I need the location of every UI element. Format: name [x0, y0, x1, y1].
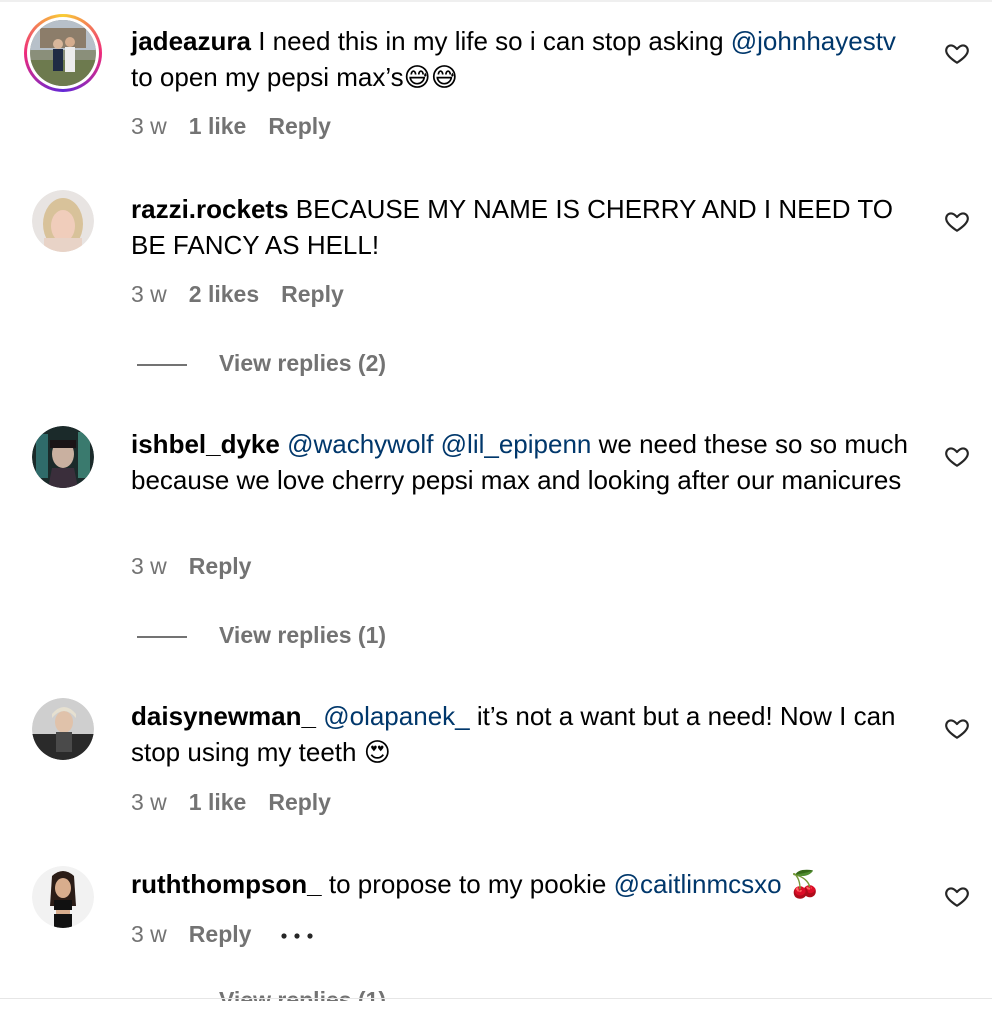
avatar-ruththompson[interactable]	[32, 866, 94, 928]
timestamp: 3 w	[131, 789, 167, 815]
likes-count[interactable]: 2 likes	[189, 281, 259, 307]
like-heart-icon[interactable]	[944, 883, 970, 909]
likes-count[interactable]: 1 like	[189, 113, 247, 139]
timestamp: 3 w	[131, 281, 167, 307]
timestamp: 3 w	[131, 553, 167, 579]
view-replies-button[interactable]: View replies (1)	[137, 620, 386, 650]
timestamp: 3 w	[131, 921, 167, 947]
replies-divider-line	[137, 363, 187, 366]
view-replies-button[interactable]: View replies (2)	[137, 348, 386, 378]
mention-link[interactable]: @lil_epipenn	[441, 429, 592, 459]
username-link[interactable]: razzi.rockets	[131, 194, 289, 224]
username-link[interactable]: daisynewman_	[131, 701, 316, 731]
reply-button[interactable]: Reply	[268, 113, 331, 139]
avatar-image	[32, 426, 94, 488]
comment-text: ishbel_dyke @wachywolf @lil_epipenn we n…	[131, 429, 908, 495]
comment-text: daisynewman_ @olapanek_ it’s not a want …	[131, 701, 896, 767]
more-options-icon[interactable]	[280, 932, 314, 940]
comment-meta: 3 w 1 like Reply	[131, 111, 353, 141]
comment-meta: 3 w 1 like Reply	[131, 787, 353, 817]
emoji-sweat-smile: 😅😅	[403, 62, 458, 92]
mention-link[interactable]: @caitlinmcsxo	[614, 869, 782, 899]
like-heart-icon[interactable]	[944, 208, 970, 234]
like-heart-icon[interactable]	[944, 443, 970, 469]
avatar-image	[32, 866, 94, 928]
reply-button[interactable]: Reply	[281, 281, 344, 307]
username-link[interactable]: jadeazura	[131, 26, 251, 56]
reply-button[interactable]: Reply	[189, 553, 252, 579]
reply-button[interactable]: Reply	[189, 921, 252, 947]
mention-link[interactable]: @olapanek_	[323, 701, 469, 731]
mention-link[interactable]: @wachywolf	[287, 429, 433, 459]
avatar-image	[32, 698, 94, 760]
timestamp: 3 w	[131, 113, 167, 139]
like-heart-icon[interactable]	[944, 40, 970, 66]
username-link[interactable]: ishbel_dyke	[131, 429, 280, 459]
top-divider	[0, 0, 992, 2]
comment-text: jadeazura I need this in my life so i ca…	[131, 26, 896, 92]
avatar-image	[32, 190, 94, 252]
reply-button[interactable]: Reply	[268, 789, 331, 815]
avatar-razzi-rockets[interactable]	[32, 190, 94, 252]
comment-meta: 3 w 2 likes Reply	[131, 279, 366, 309]
like-heart-icon[interactable]	[944, 715, 970, 741]
replies-divider-line	[137, 635, 187, 638]
avatar-jadeazura	[30, 20, 96, 86]
emoji-heart-eyes: 😍	[363, 737, 391, 767]
likes-count[interactable]: 1 like	[189, 789, 247, 815]
comment-meta: 3 w Reply	[131, 919, 314, 949]
bottom-divider	[0, 998, 992, 999]
emoji-cherries: 🍒	[788, 869, 822, 899]
avatar-jadeazura-story-ring[interactable]	[24, 14, 102, 92]
comment-text: ruththompson_ to propose to my pookie @c…	[131, 869, 822, 899]
comment-meta: 3 w Reply	[131, 551, 273, 581]
mention-link[interactable]: @johnhayestv	[731, 26, 896, 56]
avatar-daisynewman[interactable]	[32, 698, 94, 760]
username-link[interactable]: ruththompson_	[131, 869, 322, 899]
avatar-ishbel-dyke[interactable]	[32, 426, 94, 488]
comment-text: razzi.rockets BECAUSE MY NAME IS CHERRY …	[131, 194, 893, 260]
